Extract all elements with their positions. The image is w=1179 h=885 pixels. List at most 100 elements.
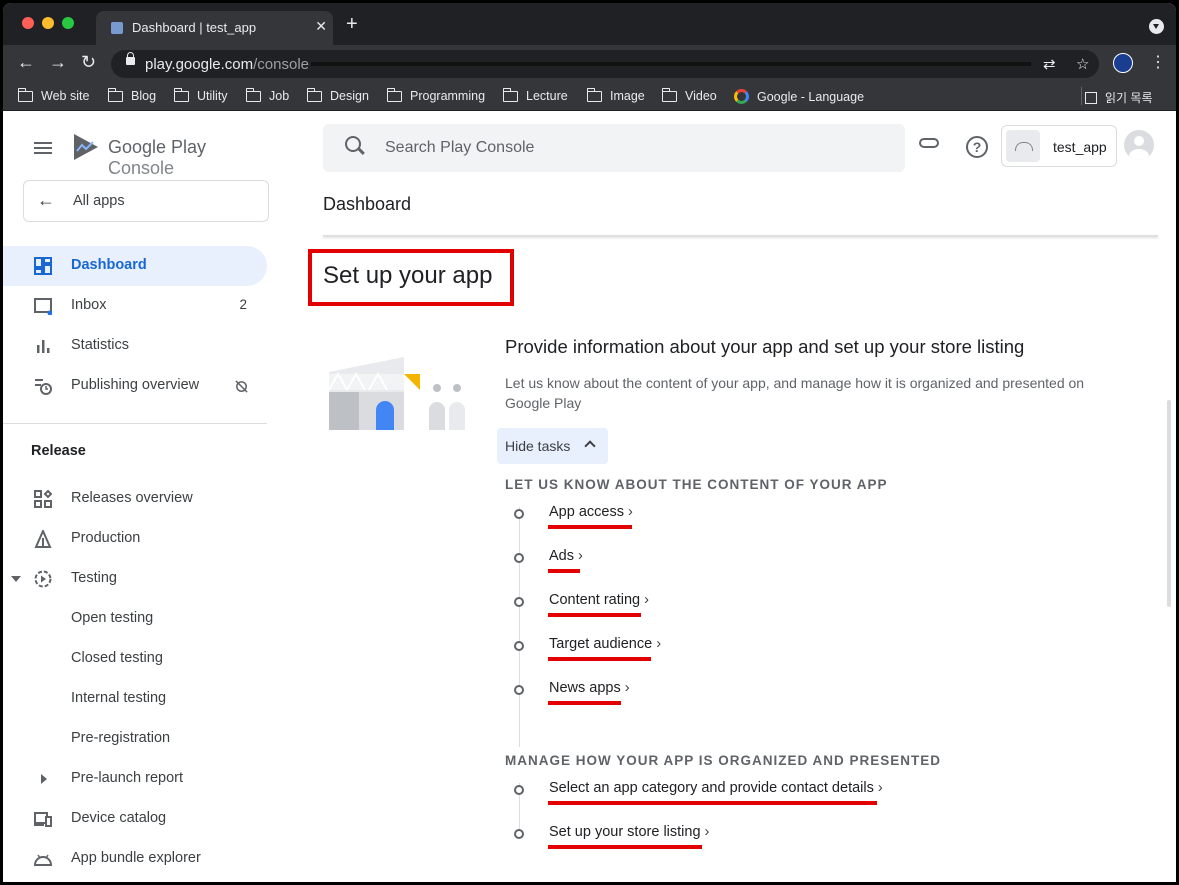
tab-search-icon[interactable] (1149, 19, 1164, 34)
nav-releases-overview[interactable]: Releases overview (3, 479, 267, 519)
bookmark-job[interactable]: Job (245, 87, 289, 103)
header-divider (323, 235, 1158, 237)
hide-tasks-label: Hide tasks (505, 438, 571, 454)
link-icon[interactable] (919, 138, 939, 148)
task-group-title-content: LET US KNOW ABOUT THE CONTENT OF YOUR AP… (505, 477, 888, 492)
profile-avatar[interactable] (1113, 53, 1133, 73)
bookmark-video[interactable]: Video (661, 87, 717, 103)
nav-publishing-overview[interactable]: Publishing overview (3, 366, 267, 406)
hide-tasks-button[interactable]: Hide tasks (497, 428, 608, 464)
task-timeline (519, 507, 520, 747)
page-title: Dashboard (323, 194, 412, 214)
nav-internal-testing[interactable]: Internal testing (3, 679, 267, 719)
android-icon (34, 854, 52, 866)
nav-device-catalog[interactable]: Device catalog (3, 799, 267, 839)
page-scrollbar[interactable] (1167, 400, 1171, 607)
nav-testing[interactable]: Testing (3, 559, 267, 599)
back-icon[interactable]: ← (17, 52, 35, 73)
forward-icon[interactable]: → (49, 52, 67, 73)
menu-icon[interactable] (34, 142, 52, 154)
task-link[interactable]: Target audience (549, 636, 661, 652)
nav-production[interactable]: Production (3, 519, 267, 559)
arrow-back-icon: ← (37, 190, 55, 210)
redacted-url-bar (311, 62, 1031, 66)
help-icon[interactable]: ? (966, 136, 988, 158)
inbox-count-badge: 2 (239, 297, 247, 312)
folder-icon (107, 87, 123, 102)
nav-testing-label: Testing (71, 570, 117, 586)
expand-right-icon[interactable] (41, 774, 47, 784)
search-bar[interactable]: Search Play Console (323, 124, 905, 172)
nav-dashboard[interactable]: Dashboard (3, 246, 267, 286)
browser-tab[interactable]: Dashboard | test_app ✕ (96, 11, 333, 45)
maximize-window-button[interactable] (62, 17, 74, 29)
nav-inbox[interactable]: Inbox 2 (3, 286, 267, 326)
bookmark-google-language[interactable]: Google - Language (734, 89, 864, 104)
task-link[interactable]: App access (549, 504, 633, 520)
google-icon (734, 89, 749, 104)
bookmark-design[interactable]: Design (306, 87, 369, 103)
app-thumbnail-android-icon (1006, 130, 1040, 162)
nav-dashboard-label: Dashboard (71, 257, 147, 273)
new-tab-icon[interactable]: + (346, 14, 358, 34)
account-avatar[interactable] (1124, 130, 1154, 160)
card-description: Let us know about the content of your ap… (505, 375, 1085, 411)
reload-icon[interactable]: ↻ (81, 52, 96, 73)
task-link[interactable]: Select an app category and provide conta… (549, 780, 883, 796)
all-apps-label: All apps (73, 193, 125, 209)
sidebar-divider (3, 423, 267, 424)
nav-app-bundle-explorer-label: App bundle explorer (71, 850, 201, 866)
task-link[interactable]: Set up your store listing (549, 824, 709, 840)
nav-app-bundle-explorer[interactable]: App bundle explorer (3, 839, 267, 879)
task-link[interactable]: Ads (549, 548, 583, 564)
translate-icon[interactable]: ⇄ (1043, 55, 1056, 73)
setup-section-title: Set up your app (323, 262, 493, 289)
close-window-button[interactable] (22, 17, 34, 29)
nav-statistics[interactable]: Statistics (3, 326, 267, 366)
task-status-dot (514, 641, 524, 651)
folder-icon (586, 87, 602, 102)
reading-list-button[interactable]: 읽기 목록 (1085, 89, 1153, 106)
app-switcher-chip[interactable]: test_app (1001, 125, 1117, 167)
play-console-page: Google Play Console ← All apps Dashboard… (3, 112, 1176, 882)
close-tab-icon[interactable]: ✕ (315, 18, 327, 35)
bookmark-lecture[interactable]: Lecture (502, 87, 568, 103)
task-status-dot (514, 829, 524, 839)
task-status-dot (514, 685, 524, 695)
nav-open-testing[interactable]: Open testing (3, 599, 267, 639)
nav-releases-overview-label: Releases overview (71, 490, 193, 506)
devices-icon (34, 812, 52, 827)
highlight-underline (548, 657, 651, 661)
nav-production-label: Production (71, 530, 141, 546)
minimize-window-button[interactable] (42, 17, 54, 29)
bookmark-image[interactable]: Image (586, 87, 645, 103)
task-link[interactable]: Content rating (549, 592, 649, 608)
bookmark-programming[interactable]: Programming (386, 87, 485, 103)
all-apps-button[interactable]: ← All apps (23, 180, 269, 222)
folder-icon (306, 87, 322, 102)
browser-menu-icon[interactable]: ⋮ (1150, 52, 1166, 72)
bookmark-blog[interactable]: Blog (107, 87, 156, 103)
bookmark-web-site[interactable]: Web site (17, 87, 89, 103)
publishing-icon (35, 379, 52, 395)
search-placeholder: Search Play Console (385, 139, 535, 156)
nav-closed-testing[interactable]: Closed testing (3, 639, 267, 679)
search-icon (345, 136, 361, 152)
expand-down-icon[interactable] (11, 576, 21, 582)
task-status-dot (514, 509, 524, 519)
folder-icon (502, 87, 518, 102)
bookmark-utility[interactable]: Utility (173, 87, 228, 103)
releases-icon (34, 490, 52, 508)
address-bar[interactable]: play.google.com/console ⇄ ☆ (111, 50, 1099, 78)
browser-toolbar: ← → ↻ play.google.com/console ⇄ ☆ ⋮ (3, 45, 1176, 81)
url-text: play.google.com/console (145, 56, 309, 73)
production-icon (34, 530, 52, 548)
bookmark-star-icon[interactable]: ☆ (1076, 55, 1089, 73)
folder-icon (173, 87, 189, 102)
task-link[interactable]: News apps (549, 680, 630, 696)
nav-pre-registration[interactable]: Pre-registration (3, 719, 267, 759)
sidebar: Google Play Console ← All apps Dashboard… (3, 112, 273, 882)
nav-pre-launch-report[interactable]: Pre-launch report (3, 759, 267, 799)
nav-pre-launch-report-label: Pre-launch report (71, 770, 184, 786)
highlight-underline (548, 701, 621, 705)
